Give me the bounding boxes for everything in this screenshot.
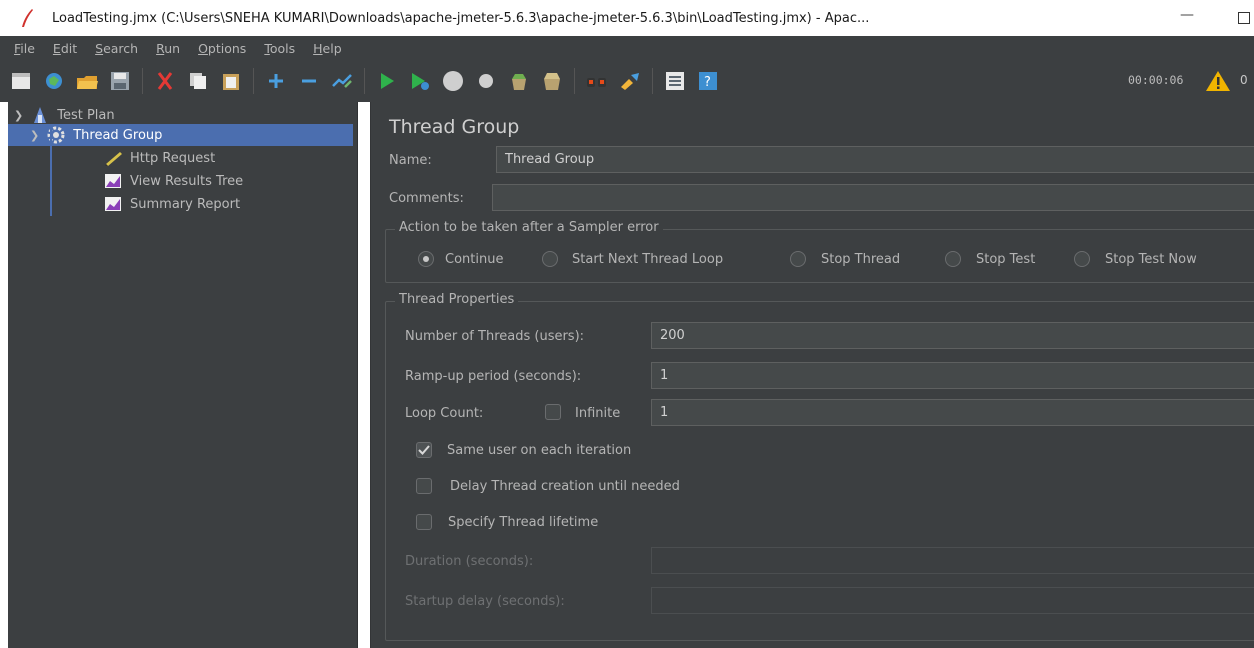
radio-stop-test-label[interactable]: Stop Test	[976, 252, 1035, 267]
chevron-down-icon[interactable]: ❯	[14, 109, 23, 122]
warning-icon[interactable]	[1205, 70, 1231, 92]
thread-lifetime-checkbox[interactable]	[416, 514, 432, 530]
chevron-down-icon[interactable]: ❯	[30, 129, 39, 142]
help-icon[interactable]: ?	[697, 70, 719, 92]
comments-label: Comments:	[389, 191, 464, 206]
toolbar-separator	[142, 68, 143, 94]
jmeter-feather-icon	[22, 9, 33, 27]
panel-title: Thread Group	[389, 116, 520, 138]
search-icon[interactable]	[586, 70, 608, 92]
startup-delay-label: Startup delay (seconds):	[405, 594, 565, 609]
loop-count-label: Loop Count:	[405, 406, 484, 421]
collapse-icon[interactable]	[298, 70, 320, 92]
check-mark-icon	[418, 445, 430, 455]
name-label: Name:	[389, 153, 432, 168]
warning-count: 0	[1240, 73, 1248, 87]
duration-label: Duration (seconds):	[405, 554, 534, 569]
start-no-pause-icon[interactable]	[409, 70, 431, 92]
expand-icon[interactable]	[265, 70, 287, 92]
minimize-button[interactable]: —	[1180, 7, 1194, 23]
test-plan-icon	[31, 106, 49, 124]
maximize-button[interactable]	[1238, 12, 1250, 24]
menu-bar: File Edit Search Run Options Tools Help	[0, 36, 1254, 60]
elapsed-timer: 00:00:06	[1128, 73, 1184, 87]
open-icon[interactable]	[76, 70, 98, 92]
thread-lifetime-label[interactable]: Specify Thread lifetime	[448, 515, 598, 530]
duration-input[interactable]	[651, 547, 1254, 574]
radio-start-next-thread-loop[interactable]	[542, 251, 558, 267]
name-input[interactable]: Thread Group	[496, 146, 1254, 173]
tree-item-http-request[interactable]: Http Request	[104, 147, 215, 169]
rampup-label: Ramp-up period (seconds):	[405, 369, 582, 384]
tree-item-label: Http Request	[130, 150, 216, 166]
toolbar-separator	[253, 68, 254, 94]
graph-icon	[104, 195, 122, 213]
tree-item-label: Summary Report	[130, 196, 241, 212]
splitter-handle[interactable]: ⋮	[365, 470, 379, 488]
radio-stop-thread[interactable]	[790, 251, 806, 267]
title-bar: LoadTesting.jmx (C:\Users\SNEHA KUMARI\D…	[0, 0, 1254, 36]
startup-delay-input[interactable]	[651, 587, 1254, 614]
window-title: LoadTesting.jmx (C:\Users\SNEHA KUMARI\D…	[52, 10, 870, 26]
new-icon[interactable]	[10, 70, 32, 92]
save-icon[interactable]	[109, 70, 131, 92]
menu-run[interactable]: Run	[156, 41, 180, 56]
tree-item-label: View Results Tree	[130, 173, 244, 189]
toolbar-separator	[364, 68, 365, 94]
same-user-label[interactable]: Same user on each iteration	[447, 443, 631, 458]
toggle-icon[interactable]	[331, 70, 353, 92]
radio-continue[interactable]	[418, 251, 434, 267]
clear-all-icon[interactable]	[541, 70, 563, 92]
toolbar-separator	[652, 68, 653, 94]
svg-text:?: ?	[704, 75, 711, 90]
radio-start-next-thread-loop-label[interactable]: Start Next Thread Loop	[572, 252, 723, 267]
start-icon[interactable]	[376, 70, 398, 92]
stop-icon[interactable]	[442, 70, 464, 92]
templates-icon[interactable]	[43, 70, 65, 92]
clear-icon[interactable]	[508, 70, 530, 92]
delay-thread-checkbox[interactable]	[416, 478, 432, 494]
cut-icon[interactable]	[154, 70, 176, 92]
infinite-label[interactable]: Infinite	[575, 406, 620, 421]
infinite-checkbox[interactable]	[545, 404, 561, 420]
menu-file[interactable]: File	[14, 41, 35, 56]
paste-icon[interactable]	[220, 70, 242, 92]
rampup-input[interactable]: 1	[651, 362, 1254, 389]
tree-item-summary-report[interactable]: Summary Report	[104, 193, 240, 215]
function-helper-icon[interactable]	[664, 70, 686, 92]
same-user-checkbox[interactable]	[416, 442, 432, 458]
thread-properties-group-title: Thread Properties	[395, 292, 519, 307]
shutdown-icon[interactable]	[475, 70, 497, 92]
menu-options[interactable]: Options	[198, 41, 246, 56]
thread-group-panel: Thread Group Name: Thread Group Comments…	[370, 102, 1254, 648]
threads-input[interactable]: 200	[651, 322, 1254, 349]
radio-stop-test-now-label[interactable]: Stop Test Now	[1105, 252, 1197, 267]
pen-icon	[104, 149, 122, 167]
threads-label: Number of Threads (users):	[405, 329, 585, 344]
radio-stop-test[interactable]	[945, 251, 961, 267]
loop-count-input[interactable]: 1	[651, 399, 1254, 426]
tree-item-label: Thread Group	[73, 127, 163, 143]
graph-icon	[104, 172, 122, 190]
tree-item-label: Test Plan	[57, 107, 115, 123]
copy-icon[interactable]	[187, 70, 209, 92]
comments-input[interactable]	[492, 184, 1254, 211]
menu-help[interactable]: Help	[313, 41, 342, 56]
menu-edit[interactable]: Edit	[53, 41, 77, 56]
sampler-error-group-title: Action to be taken after a Sampler error	[395, 220, 663, 235]
toolbar-separator	[574, 68, 575, 94]
menu-tools[interactable]: Tools	[264, 41, 295, 56]
tree-item-view-results-tree[interactable]: View Results Tree	[104, 170, 243, 192]
tree-item-thread-group[interactable]: ❯ Thread Group	[8, 124, 353, 146]
tree-connector	[50, 126, 52, 216]
toolbar: ? 00:00:06 0	[0, 60, 1254, 102]
menu-search[interactable]: Search	[95, 41, 138, 56]
test-plan-tree: ❯ Test Plan ❯ Thread Group Http Request …	[8, 102, 358, 648]
delay-thread-label[interactable]: Delay Thread creation until needed	[450, 479, 680, 494]
radio-stop-thread-label[interactable]: Stop Thread	[821, 252, 900, 267]
radio-continue-label[interactable]: Continue	[445, 252, 503, 267]
reset-search-icon[interactable]	[619, 70, 641, 92]
radio-stop-test-now[interactable]	[1074, 251, 1090, 267]
tree-item-test-plan[interactable]: ❯ Test Plan	[14, 104, 344, 126]
